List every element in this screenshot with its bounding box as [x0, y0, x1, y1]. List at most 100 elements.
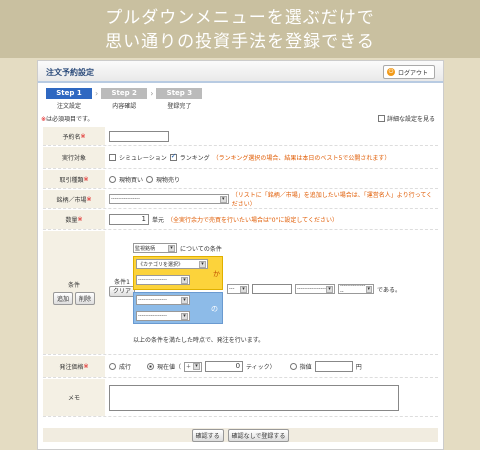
- logout-label: ログアウト: [397, 69, 428, 77]
- row-quantity: 数量 ※ 1 単元 （全実行余力で売買を行いたい場合は"0"に設定してください）: [43, 210, 438, 230]
- step-1-label: Step 1: [46, 88, 92, 99]
- label-condition: 条件: [67, 282, 80, 289]
- row-price: 発注価格 ※ 成行 現在値（ ＋ ▾ 0 ティック） 指値 円: [43, 356, 438, 378]
- confirm-button[interactable]: 確認する: [191, 428, 224, 442]
- row-condition: 条件 追加 削除 条件1 クリア 監視銘柄 ▾ についての条件 《カテゴリを選択》 ▾…: [43, 231, 438, 355]
- required-mark: ※: [80, 132, 86, 140]
- indicator-select-1[interactable]: ---------------- ▾: [136, 275, 190, 285]
- sell-radio[interactable]: [146, 175, 154, 183]
- label-order-name: 予約名 ※: [43, 127, 105, 145]
- sign-select[interactable]: ＋ ▾: [184, 361, 203, 372]
- chevron-down-icon: ▾: [199, 260, 206, 268]
- add-condition-button[interactable]: 追加: [52, 292, 73, 305]
- stock-select[interactable]: 監視銘柄 ▾: [133, 243, 177, 253]
- label-memo: メモ: [67, 395, 80, 402]
- condition-label-cell: 条件 追加 削除: [43, 231, 105, 354]
- logout-button[interactable]: ⏻ ログアウト: [382, 65, 435, 79]
- condition-end: である。: [377, 286, 401, 294]
- unit-select[interactable]: ---------------- ▾: [295, 284, 335, 294]
- comparison-line: --- ▾ ---------------- ▾ ---------------- ▾…: [227, 283, 401, 295]
- chevron-right-icon: ›: [150, 89, 154, 98]
- step-1: Step 1 注文設定: [46, 88, 92, 110]
- chevron-down-icon: ▾: [181, 296, 188, 304]
- market-select[interactable]: ---------------- ▾: [109, 194, 229, 204]
- buy-radio[interactable]: [109, 175, 116, 183]
- chevron-down-icon: ▾: [219, 195, 227, 203]
- row-market: 銘柄／市場 ※ ---------------- ▾ （リストに「銘柄／市場」を追加…: [43, 190, 438, 209]
- condition-body: 条件1 クリア 監視銘柄 ▾ についての条件 《カテゴリを選択》 ▾ -------…: [105, 231, 438, 354]
- order-form-panel: 注文予約設定 ⏻ ログアウト Step 1 注文設定 › Step 2 内容確認 ›…: [37, 60, 444, 450]
- stock-suffix: についての条件: [180, 245, 222, 253]
- market-order-radio[interactable]: [109, 363, 116, 370]
- unit-value: ----------------: [297, 286, 326, 292]
- indicator-3-value: ----------------: [138, 313, 167, 319]
- category-select-value: 《カテゴリを選択》: [138, 261, 184, 268]
- operator-select[interactable]: --- ▾: [227, 284, 249, 294]
- simulation-label: シミュレーション: [119, 155, 167, 162]
- banner-line-1: プルダウンメニューを選ぶだけで: [105, 8, 375, 28]
- detail-checkbox[interactable]: [377, 115, 385, 122]
- step-1-name: 注文設定: [56, 103, 81, 110]
- required-notice: ※は必須項目です。: [41, 114, 93, 123]
- ranking-checkbox[interactable]: [169, 152, 177, 161]
- required-mark: ※: [83, 363, 89, 370]
- market-note: （リストに「銘柄／市場」を追加したい場合は、「運営名人」より行ってください）: [231, 192, 433, 208]
- indicator-1-value: ----------------: [138, 277, 167, 283]
- indicator-select-3[interactable]: ---------------- ▾: [136, 311, 190, 321]
- power-icon: ⏻: [386, 68, 395, 76]
- chevron-down-icon: ▾: [193, 363, 201, 370]
- step-3-name: 登録完了: [167, 103, 192, 110]
- threshold-input[interactable]: [252, 284, 292, 294]
- chevron-right-icon: ›: [95, 89, 99, 98]
- chevron-down-icon: ▾: [240, 285, 247, 293]
- chevron-down-icon: ▾: [326, 285, 333, 293]
- label-price: 発注価格: [59, 364, 84, 371]
- market-order-label: 成行: [119, 364, 132, 371]
- clear-button[interactable]: クリア: [109, 286, 136, 297]
- current-price-radio[interactable]: [147, 363, 155, 370]
- step-2-name: 内容確認: [112, 103, 137, 110]
- limit-price-input[interactable]: [314, 361, 353, 372]
- compare-group: ---------------- ▾ ---------------- ▾ の: [133, 292, 223, 324]
- chevron-down-icon: ▾: [168, 244, 175, 252]
- quantity-input[interactable]: 1: [109, 214, 149, 225]
- step-2: Step 2 内容確認: [101, 88, 148, 110]
- quantity-note: （全実行余力で売買を行いたい場合は"0"に設定してください）: [167, 217, 338, 224]
- row-trade-type: 取引種類 ※ 現物買い 現物売り: [43, 170, 438, 189]
- indicator-select-2[interactable]: ---------------- ▾: [136, 295, 190, 305]
- step-indicator: Step 1 注文設定 › Step 2 内容確認 › Step 3 登録完了: [46, 88, 203, 110]
- condition-footer: 以上の条件を満たした時点で、発注を行います。: [133, 337, 265, 344]
- required-mark: ※: [77, 216, 83, 223]
- chevron-down-icon: ▾: [365, 285, 372, 293]
- step-2-label: Step 2: [101, 88, 148, 99]
- step-3-label: Step 3: [156, 88, 203, 99]
- market-select-value: ----------------: [111, 196, 140, 202]
- chevron-down-icon: ▾: [181, 312, 188, 320]
- current-price-label: 現在値（: [157, 364, 182, 371]
- panel-header: 注文予約設定 ⏻ ログアウト: [38, 61, 443, 83]
- tick-label: ティック）: [246, 364, 276, 371]
- label-text: 予約名: [62, 133, 81, 141]
- sign-value: ＋: [186, 364, 192, 370]
- row-target: 実行対象 シミュレーション ランキング （ランキング選択の場合、結果は本日のベス…: [43, 147, 438, 169]
- direction-select[interactable]: ---------------- ▾: [338, 283, 374, 295]
- ranking-note: （ランキング選択の場合、結果は本日のベスト5で公開されます）: [212, 155, 391, 162]
- required-mark: ※: [83, 175, 89, 183]
- limit-radio[interactable]: [289, 363, 297, 370]
- memo-textarea[interactable]: [109, 384, 399, 411]
- label-qty: 数量: [65, 217, 78, 224]
- detail-settings-toggle[interactable]: 詳細な設定を見る: [377, 114, 435, 123]
- delete-condition-button[interactable]: 削除: [75, 292, 96, 305]
- tick-input[interactable]: 0: [205, 361, 244, 372]
- label-trade: 取引種類: [59, 176, 84, 184]
- buy-label: 現物買い: [119, 176, 144, 184]
- promo-banner: プルダウンメニューを選ぶだけで 思い通りの投資手法を登録できる: [0, 0, 480, 58]
- banner-line-2: 思い通りの投資手法を登録できる: [105, 32, 375, 52]
- order-name-input[interactable]: [109, 130, 169, 142]
- ranking-label: ランキング: [179, 155, 210, 162]
- of-label: の: [211, 305, 218, 313]
- required-mark: ※: [86, 195, 92, 203]
- register-without-confirm-button[interactable]: 確認なしで登録する: [227, 428, 290, 442]
- category-select[interactable]: 《カテゴリを選択》 ▾: [136, 259, 208, 269]
- simulation-checkbox[interactable]: [109, 154, 116, 161]
